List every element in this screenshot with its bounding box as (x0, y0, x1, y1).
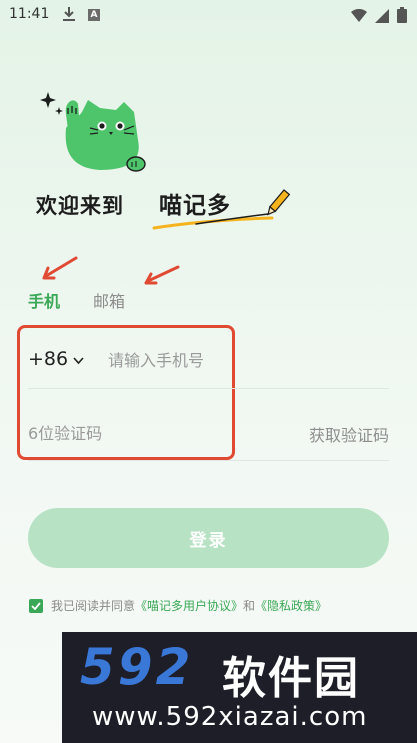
country-code: +86 (28, 348, 69, 370)
annotation-arrow-icon (42, 256, 78, 280)
annotation-arrow-icon (144, 265, 180, 285)
agreement-row: 我已阅读并同意 《喵记多用户协议》 和 《隐私政策》 (29, 597, 327, 614)
status-bar: 11:41 A (0, 0, 417, 30)
chevron-down-icon (73, 348, 84, 370)
welcome-heading: 欢迎来到 喵记多 (36, 184, 316, 244)
login-button[interactable]: 登录 (28, 508, 389, 568)
brush-underline-icon (152, 189, 291, 230)
cat-mascot-illustration (30, 88, 155, 182)
user-agreement-link[interactable]: 《喵记多用户协议》 (135, 597, 243, 614)
get-code-button[interactable]: 获取验证码 (309, 422, 389, 446)
watermark-name: 软件园 (222, 653, 360, 704)
tab-email[interactable]: 邮箱 (93, 288, 125, 312)
agreement-prefix: 我已阅读并同意 (51, 599, 136, 613)
watermark: 592 软件园 www.592xiazai.com (62, 632, 417, 743)
country-code-selector[interactable]: +86 (28, 348, 84, 370)
tab-phone[interactable]: 手机 (28, 288, 60, 312)
status-right (351, 7, 407, 27)
phone-number-input[interactable] (108, 346, 388, 374)
status-time: 11:41 (9, 6, 50, 22)
signal-icon (375, 8, 389, 27)
download-icon (62, 6, 76, 26)
agreement-checkbox[interactable] (29, 598, 43, 613)
agreement-and: 和 (243, 599, 256, 613)
wifi-icon (351, 8, 367, 27)
watermark-url: www.592xiazai.com (92, 702, 368, 732)
battery-icon (397, 7, 407, 27)
divider (28, 460, 389, 461)
checkmark-icon (31, 601, 41, 610)
watermark-logo: 592 (80, 638, 194, 696)
privacy-policy-link[interactable]: 《隐私政策》 (255, 597, 327, 614)
divider (28, 388, 389, 389)
verification-code-input[interactable] (28, 419, 268, 447)
notification-badge: A (88, 9, 100, 21)
